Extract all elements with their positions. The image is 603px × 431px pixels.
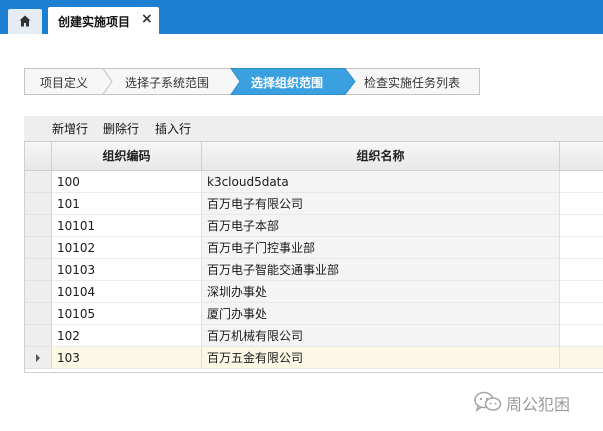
wizard-step-2-label[interactable]: 选择子系统范围 [125, 74, 209, 91]
cell-org-name[interactable]: 百万电子有限公司 [202, 193, 560, 215]
cell-extra [560, 215, 603, 237]
cell-org-code[interactable]: 100 [52, 171, 202, 193]
insert-row-button[interactable]: 插入行 [155, 120, 191, 137]
wizard-step-3-label[interactable]: 选择组织范围 [251, 74, 323, 91]
grid-toolbar: 新增行 删除行 插入行 [24, 116, 603, 141]
cell-extra [560, 193, 603, 215]
watermark: 周公犯困 [474, 389, 599, 415]
row-indicator[interactable] [25, 237, 52, 259]
org-grid: 组织编码 组织名称 100 k3cloud5data 101 百万电子有限公司 1010… [24, 141, 603, 373]
cell-org-name[interactable]: 深圳办事处 [202, 281, 560, 303]
cell-org-name[interactable]: 百万电子门控事业部 [202, 237, 560, 259]
tab-create-project[interactable]: 创建实施项目 × [48, 7, 159, 35]
column-header-org-code[interactable]: 组织编码 [52, 142, 202, 170]
cell-org-name[interactable]: 百万电子本部 [202, 215, 560, 237]
row-indicator[interactable] [25, 193, 52, 215]
table-row[interactable]: 10104 深圳办事处 [25, 281, 603, 303]
cell-extra [560, 303, 603, 325]
table-row[interactable]: 100 k3cloud5data [25, 171, 603, 193]
row-indicator-header [25, 142, 52, 170]
top-tab-bar: 创建实施项目 × [0, 0, 603, 35]
wizard-steps: 项目定义 选择子系统范围 选择组织范围 检查实施任务列表 [24, 68, 480, 95]
grid-header: 组织编码 组织名称 [25, 141, 603, 171]
cell-org-code[interactable]: 10105 [52, 303, 202, 325]
tab-title: 创建实施项目 [58, 15, 131, 29]
cell-org-name[interactable]: 百万五金有限公司 [202, 347, 560, 369]
row-indicator[interactable] [25, 281, 52, 303]
cell-org-name[interactable]: k3cloud5data [202, 171, 560, 193]
cell-org-name[interactable]: 百万机械有限公司 [202, 325, 560, 347]
wizard-step-1-label[interactable]: 项目定义 [40, 74, 88, 91]
cell-extra [560, 281, 603, 303]
row-indicator[interactable] [25, 347, 52, 369]
cell-org-code[interactable]: 10102 [52, 237, 202, 259]
cell-extra [560, 171, 603, 193]
watermark-text: 周公犯困 [506, 395, 571, 414]
column-header-extra [560, 142, 603, 170]
cell-org-code[interactable]: 102 [52, 325, 202, 347]
row-indicator[interactable] [25, 325, 52, 347]
cell-extra [560, 237, 603, 259]
home-icon [19, 15, 31, 27]
row-indicator[interactable] [25, 303, 52, 325]
table-row[interactable]: 103 百万五金有限公司 [25, 347, 603, 369]
cell-org-name[interactable]: 百万电子智能交通事业部 [202, 259, 560, 281]
cell-extra [560, 347, 603, 369]
delete-row-button[interactable]: 删除行 [103, 120, 139, 137]
home-button[interactable] [8, 9, 42, 34]
add-row-button[interactable]: 新增行 [52, 120, 88, 137]
cell-extra [560, 325, 603, 347]
cell-org-code[interactable]: 10104 [52, 281, 202, 303]
close-icon[interactable]: × [141, 12, 153, 26]
table-row[interactable]: 102 百万机械有限公司 [25, 325, 603, 347]
cell-extra [560, 259, 603, 281]
table-row[interactable]: 10102 百万电子门控事业部 [25, 237, 603, 259]
table-row[interactable]: 10101 百万电子本部 [25, 215, 603, 237]
row-indicator[interactable] [25, 215, 52, 237]
wizard-step-4-label[interactable]: 检查实施任务列表 [364, 74, 460, 91]
table-row[interactable]: 10105 厦门办事处 [25, 303, 603, 325]
cell-org-name[interactable]: 厦门办事处 [202, 303, 560, 325]
column-header-org-name[interactable]: 组织名称 [202, 142, 560, 170]
cell-org-code[interactable]: 10101 [52, 215, 202, 237]
current-row-arrow-icon [36, 354, 40, 362]
row-indicator[interactable] [25, 171, 52, 193]
wechat-logo-icon [474, 391, 502, 412]
table-row[interactable]: 101 百万电子有限公司 [25, 193, 603, 215]
table-row[interactable]: 10103 百万电子智能交通事业部 [25, 259, 603, 281]
cell-org-code[interactable]: 101 [52, 193, 202, 215]
row-indicator[interactable] [25, 259, 52, 281]
cell-org-code[interactable]: 10103 [52, 259, 202, 281]
cell-org-code[interactable]: 103 [52, 347, 202, 369]
